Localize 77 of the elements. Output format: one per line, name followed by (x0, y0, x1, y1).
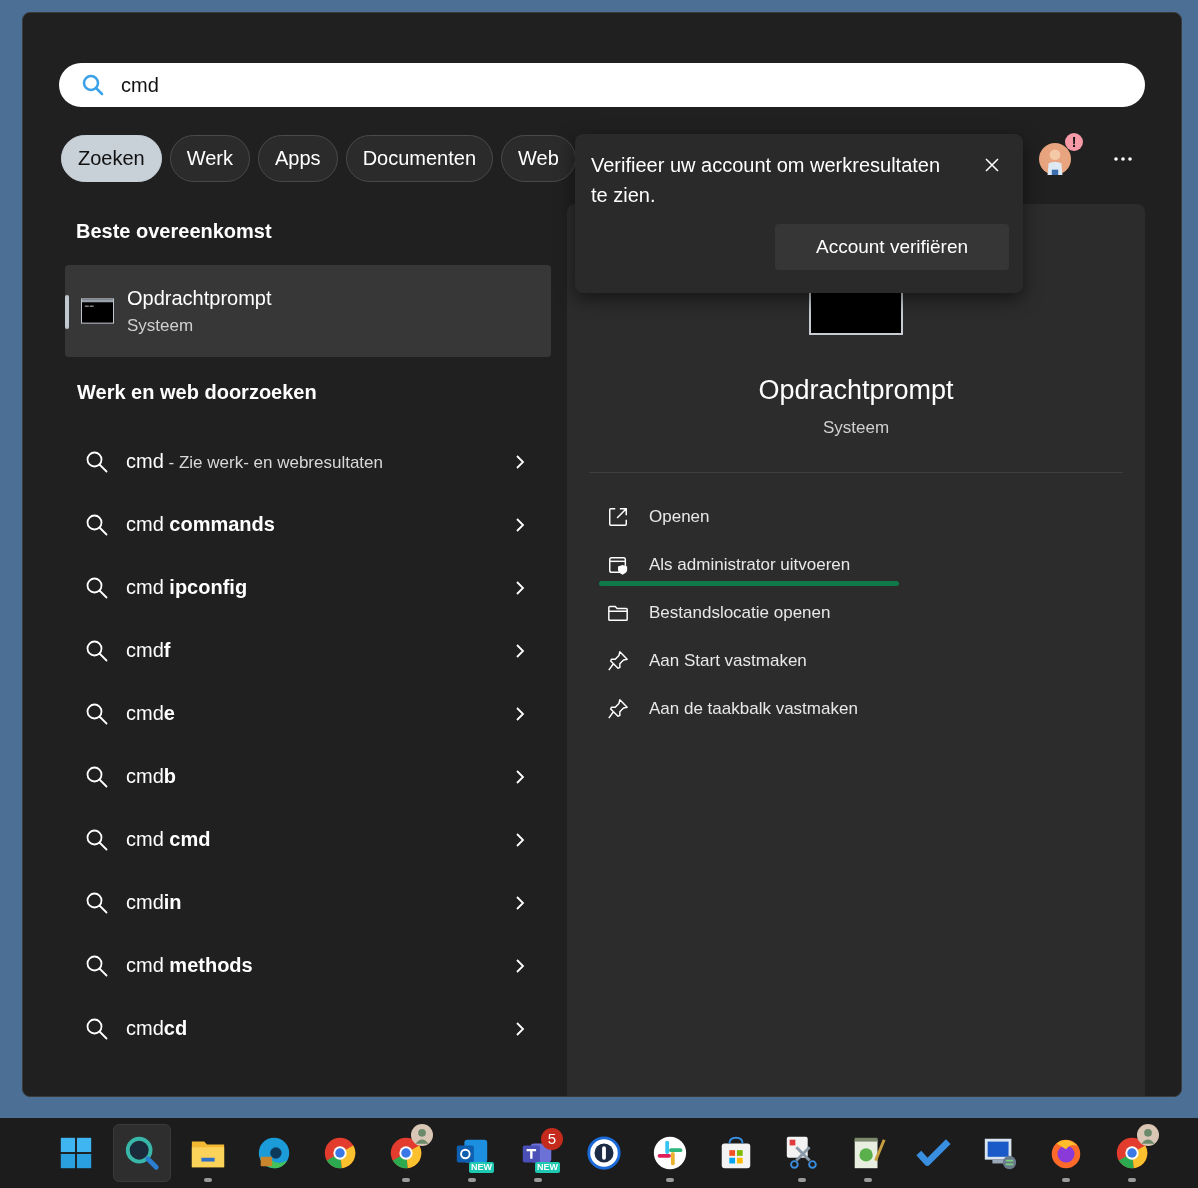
open-external-icon (607, 506, 629, 528)
filter-tab[interactable]: Apps (258, 135, 338, 182)
search-icon (85, 512, 109, 537)
chevron-icon (515, 579, 525, 596)
search-suggestion[interactable]: cmdcd (65, 997, 551, 1060)
search-suggestion[interactable]: cmdb (65, 745, 551, 808)
filter-tab[interactable]: Werk (169, 135, 251, 182)
search-suggestion[interactable]: cmd cmd (65, 808, 551, 871)
action-item[interactable]: Bestandslocatie openen (589, 589, 1123, 637)
shield-window-icon (607, 554, 629, 576)
suggestion-text: cmd - Zie werk- en webresultaten (126, 450, 384, 473)
chevron-icon (515, 831, 525, 848)
verify-account-button[interactable]: Account verifiëren (775, 224, 1009, 270)
chevron-icon (515, 705, 525, 722)
suggestion-text: cmd ipconfig (126, 576, 249, 599)
search-suggestion[interactable]: cmdf (65, 619, 551, 682)
avatar-icon[interactable] (1039, 142, 1071, 175)
chevron-icon (515, 642, 525, 659)
suggestion-text: cmdb (126, 765, 177, 788)
hash-icon (651, 1134, 689, 1172)
pin-icon (607, 650, 629, 672)
suggestion-text: cmde (126, 702, 176, 725)
app-title: Opdrachtprompt (758, 375, 954, 406)
chevron-icon (515, 768, 525, 785)
search-icon (81, 73, 105, 97)
filter-tab[interactable]: Web (501, 135, 576, 182)
chevron-icon (515, 516, 525, 533)
close-icon (984, 157, 1000, 173)
action-item[interactable]: Als administrator uitvoeren (589, 541, 1123, 589)
taskbar-button[interactable]: NEW 5 (509, 1124, 567, 1182)
pin-icon (607, 698, 629, 720)
notification-text: Verifieer uw account om werkresultaten te zien. (591, 153, 942, 208)
search-suggestion[interactable]: cmd commands (65, 493, 551, 556)
search-icon (85, 764, 109, 789)
search-suggestion[interactable]: cmdin (65, 871, 551, 934)
chevron-icon (515, 453, 525, 470)
suggestion-text: cmd cmd (126, 828, 212, 851)
action-item[interactable]: Aan de taakbalk vastmaken (589, 685, 1123, 733)
search-icon (123, 1134, 161, 1172)
alert-badge: ! (1065, 132, 1083, 151)
search-icon (85, 827, 109, 852)
search-field[interactable]: cmd (59, 63, 1145, 107)
search-suggestion[interactable]: cmd ipconfig (65, 556, 551, 619)
search-suggestion[interactable]: cmd methods (65, 934, 551, 997)
more-icon (1113, 156, 1133, 161)
search-suggestion[interactable]: cmd - Zie werk- en webresultaten (65, 430, 551, 493)
suggestion-text: cmd methods (126, 954, 254, 977)
suggestion-text: cmdin (126, 891, 183, 914)
terminal-icon (81, 298, 114, 324)
terminal-icon (809, 292, 903, 335)
filter-tab[interactable]: Documenten (345, 135, 494, 182)
chevron-icon (515, 957, 525, 974)
taskbar-button[interactable] (113, 1124, 171, 1182)
suggestion-text: cmd commands (126, 513, 276, 536)
search-icon (85, 638, 109, 663)
action-item[interactable]: Aan Start vastmaken (589, 637, 1123, 685)
section-heading: Beste overeenkomst (76, 220, 272, 243)
search-suggestion[interactable]: cmde (65, 682, 551, 745)
search-icon (85, 449, 109, 474)
search-icon (85, 1016, 109, 1041)
suggestion-text: cmdf (126, 639, 172, 662)
search-icon (85, 575, 109, 600)
action-item[interactable]: Openen (589, 493, 1123, 541)
search-icon (85, 701, 109, 726)
new-badge: NEW (535, 1162, 560, 1173)
chevron-icon (515, 1020, 525, 1037)
filter-tab[interactable]: Zoeken (61, 135, 162, 182)
keyhole-icon (585, 1134, 623, 1172)
best-match-item[interactable]: Opdrachtprompt Systeem (65, 265, 551, 357)
new-badge: NEW (469, 1162, 494, 1173)
count-badge: 5 (541, 1128, 563, 1150)
search-icon (85, 890, 109, 915)
search-icon (85, 953, 109, 978)
chevron-icon (515, 894, 525, 911)
app-subtitle: Systeem (822, 418, 890, 438)
section-heading: Werk en web doorzoeken (77, 381, 317, 404)
suggestion-text: cmdcd (126, 1017, 189, 1040)
